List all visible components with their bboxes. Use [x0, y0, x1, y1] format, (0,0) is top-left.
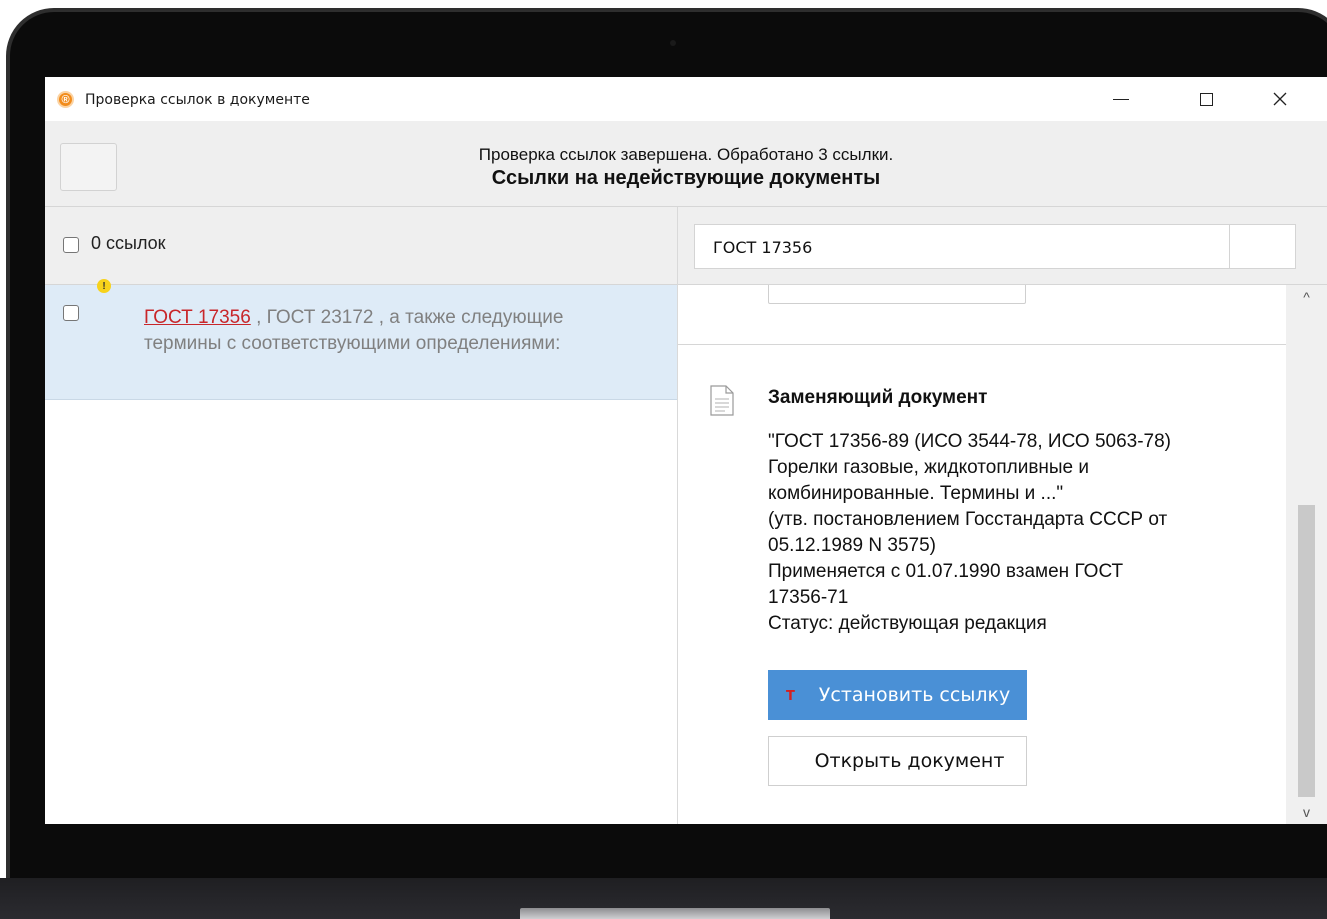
doc-line: Горелки газовые, жидкотопливные и [768, 457, 1090, 478]
open-document-label: Открыть документ [814, 750, 1005, 772]
open-document-button[interactable]: Открыть документ [768, 736, 1027, 786]
minimize-icon [1113, 98, 1129, 100]
list-item[interactable]: ! ГОСТ 17356 , ГОСТ 23172 , а также след… [45, 279, 677, 400]
camera [670, 40, 676, 46]
partial-hidden-button[interactable] [768, 285, 1026, 304]
item-text: ГОСТ 17356 , ГОСТ 23172 , а также следую… [144, 305, 614, 357]
results-list-pane: 0 ссылок ! ГОСТ 17356 , ГОСТ 23172 , а т… [45, 207, 678, 824]
search-value: ГОСТ 17356 [713, 238, 813, 257]
results-title: Ссылки на недействующие документы [491, 167, 881, 189]
search-field[interactable]: ГОСТ 17356 [694, 224, 1296, 269]
titlebar: ® Проверка ссылок в документе [45, 77, 1327, 121]
doc-line: Статус: действующая редакция [768, 613, 1047, 634]
warning-icon: ! [97, 279, 111, 293]
doc-line: Применяется с 01.07.1990 взамен ГОСТ [768, 561, 1124, 582]
replacement-doc-title: Заменяющий документ [768, 387, 988, 408]
doc-line: 05.12.1989 N 3575) [768, 535, 936, 556]
set-link-label: Установить ссылку [818, 684, 1011, 706]
details-content: Заменяющий документ "ГОСТ 17356-89 (ИСО … [678, 285, 1286, 824]
gost-link[interactable]: ГОСТ 17356 [144, 307, 251, 328]
details-toolbar: ГОСТ 17356 [678, 207, 1327, 285]
doc-line: (утв. постановлением Госстандарта СССР о… [768, 509, 1168, 530]
item-checkbox[interactable] [63, 305, 79, 321]
list-toolbar: 0 ссылок [45, 207, 677, 285]
app-logo-icon: ® [57, 91, 74, 108]
scroll-up-icon[interactable]: ^ [1286, 287, 1327, 307]
scroll-thumb[interactable] [1298, 505, 1315, 797]
doc-line: комбинированные. Термины и ..." [768, 483, 1064, 504]
doc-line: 17356-71 [768, 587, 849, 608]
set-link-button[interactable]: T Установить ссылку [768, 670, 1027, 720]
maximize-button[interactable] [1183, 77, 1229, 121]
selected-count-label: 0 ссылок [91, 233, 166, 253]
details-scrollbar[interactable]: ^ v [1286, 285, 1327, 824]
window-title: Проверка ссылок в документе [85, 92, 310, 108]
header-bar: Проверка ссылок завершена. Обработано 3 … [45, 121, 1327, 207]
close-button[interactable] [1257, 77, 1303, 121]
minimize-button[interactable] [1098, 77, 1144, 121]
select-all-checkbox[interactable] [63, 237, 79, 253]
laptop-hinge [520, 908, 830, 919]
divider [678, 344, 1286, 345]
maximize-icon [1199, 92, 1213, 106]
document-icon [710, 385, 734, 416]
close-icon [1273, 92, 1287, 106]
link-icon: T [786, 689, 795, 704]
link-check-window: ® Проверка ссылок в документе Проверка с… [45, 77, 1327, 824]
replacement-doc-description: "ГОСТ 17356-89 (ИСО 3544-78, ИСО 5063-78… [768, 429, 1268, 637]
details-pane: ГОСТ 17356 Заменяющий документ "ГОСТ 173… [678, 207, 1327, 824]
doc-line: "ГОСТ 17356-89 (ИСО 3544-78, ИСО 5063-78… [768, 431, 1171, 452]
search-button[interactable] [1229, 225, 1295, 268]
check-status-text: Проверка ссылок завершена. Обработано 3 … [478, 145, 894, 164]
scroll-down-icon[interactable]: v [1286, 802, 1327, 822]
